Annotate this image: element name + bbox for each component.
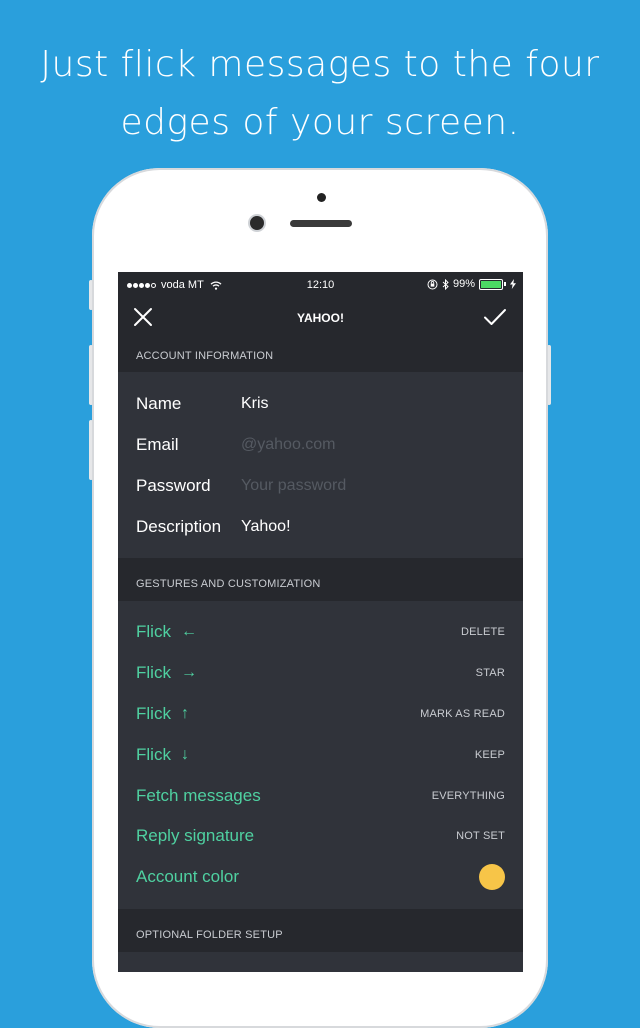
section-header-folders: OPTIONAL FOLDER SETUP bbox=[136, 929, 283, 941]
nav-title: YAHOO! bbox=[297, 311, 344, 325]
section-header-account: ACCOUNT INFORMATION bbox=[136, 350, 274, 362]
description-label: Description bbox=[136, 516, 222, 536]
account-info-group: Name Kris Email Password Description Yah… bbox=[118, 372, 523, 558]
flick-left-action: DELETE bbox=[461, 626, 505, 639]
email-label: Email bbox=[136, 434, 179, 454]
fetch-messages-value: EVERYTHING bbox=[431, 789, 505, 802]
email-row[interactable]: Email bbox=[118, 424, 523, 465]
navigation-bar: YAHOO! bbox=[118, 298, 523, 338]
flick-down-action: KEEP bbox=[474, 748, 505, 761]
name-label: Name bbox=[136, 393, 182, 413]
name-row[interactable]: Name Kris bbox=[118, 383, 523, 424]
flick-right-action: STAR bbox=[475, 667, 505, 680]
password-row[interactable]: Password bbox=[118, 465, 523, 506]
fetch-messages-row[interactable]: Fetch messages EVERYTHING bbox=[118, 775, 523, 816]
battery-level bbox=[481, 280, 501, 288]
headline-line-2: edges of your screen. bbox=[120, 102, 520, 143]
charging-icon bbox=[510, 279, 516, 289]
phone-screen: voda MT 12:10 99% YAHOO! ACCOUNT INFORMA… bbox=[118, 272, 523, 972]
headline-line-1: Just flick messages to the four bbox=[40, 44, 600, 85]
account-color-swatch[interactable] bbox=[479, 864, 505, 891]
flick-up-label: Flick bbox=[136, 703, 171, 723]
flick-down-row[interactable]: Flick ↓ KEEP bbox=[118, 734, 523, 775]
reply-signature-row[interactable]: Reply signature NOT SET bbox=[118, 816, 523, 857]
account-color-label: Account color bbox=[136, 867, 239, 887]
description-row[interactable]: Description Yahoo! bbox=[118, 506, 523, 547]
flick-up-action: MARK AS READ bbox=[420, 707, 505, 720]
flick-up-row[interactable]: Flick ↑ MARK AS READ bbox=[118, 694, 523, 735]
headline: Just flick messages to the four edges of… bbox=[0, 36, 640, 152]
password-field[interactable] bbox=[241, 476, 491, 495]
flick-right-label: Flick bbox=[136, 663, 171, 683]
fetch-messages-label: Fetch messages bbox=[136, 785, 261, 805]
arrow-right-icon: → bbox=[180, 664, 197, 682]
earpiece-speaker bbox=[290, 220, 352, 227]
arrow-down-icon: ↓ bbox=[180, 745, 189, 763]
arrow-left-icon: ← bbox=[180, 623, 197, 641]
rotation-lock-icon bbox=[427, 279, 438, 289]
email-field[interactable] bbox=[241, 435, 491, 454]
checkmark-icon[interactable] bbox=[483, 306, 507, 328]
section-header-gestures: GESTURES AND CUSTOMIZATION bbox=[136, 578, 321, 590]
name-value[interactable]: Kris bbox=[241, 395, 269, 413]
battery-percent: 99% bbox=[452, 278, 475, 290]
account-color-row[interactable]: Account color bbox=[118, 857, 523, 898]
flick-right-row[interactable]: Flick → STAR bbox=[118, 653, 523, 694]
flick-left-row[interactable]: Flick ← DELETE bbox=[118, 612, 523, 653]
gestures-group: Flick ← DELETE Flick → STAR Flick ↑ MARK… bbox=[118, 601, 523, 909]
description-value[interactable]: Yahoo! bbox=[241, 518, 291, 536]
flick-down-label: Flick bbox=[136, 744, 171, 764]
folder-setup-group bbox=[118, 952, 523, 972]
status-bar: voda MT 12:10 99% bbox=[118, 272, 523, 298]
bluetooth-icon bbox=[442, 278, 449, 290]
battery-icon bbox=[479, 278, 503, 290]
sensor bbox=[317, 193, 326, 202]
arrow-up-icon: ↑ bbox=[180, 704, 189, 722]
flick-left-label: Flick bbox=[136, 622, 171, 642]
reply-signature-value: NOT SET bbox=[456, 830, 505, 843]
reply-signature-label: Reply signature bbox=[136, 826, 255, 846]
status-indicators: 99% bbox=[427, 278, 516, 290]
front-camera bbox=[250, 216, 264, 230]
password-label: Password bbox=[136, 475, 211, 495]
battery-tip bbox=[504, 282, 506, 286]
